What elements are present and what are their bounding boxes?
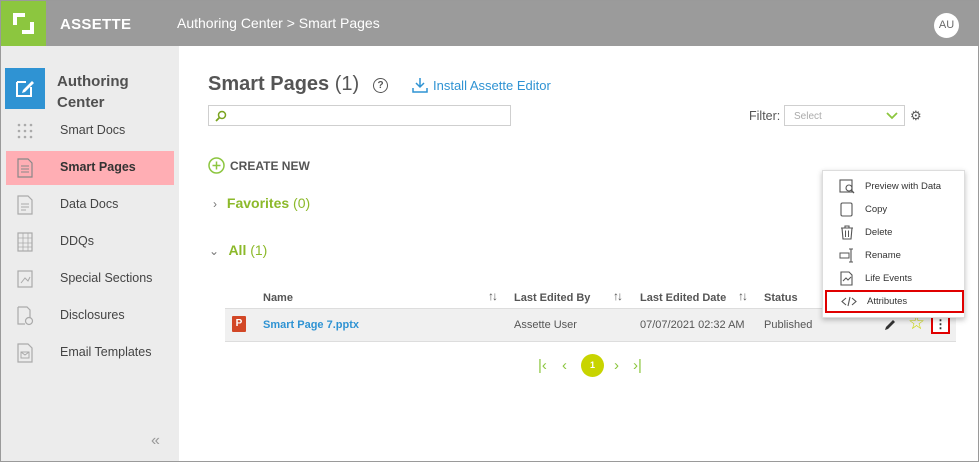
sidebar-item-ddqs[interactable]: DDQs bbox=[1, 225, 179, 259]
sidebar-title: Authoring Center bbox=[57, 73, 129, 111]
sidebar-item-email-templates[interactable]: Email Templates bbox=[1, 336, 179, 370]
trash-icon bbox=[841, 225, 853, 240]
page-icon bbox=[17, 158, 33, 178]
last-page-icon[interactable]: ›| bbox=[633, 358, 642, 373]
grid-dots-icon bbox=[17, 123, 33, 139]
sidebar-header: Authoring Center bbox=[1, 66, 179, 116]
status-cell: Published bbox=[764, 319, 813, 331]
gear-icon[interactable]: ⚙ bbox=[910, 109, 922, 122]
search-icon bbox=[215, 110, 227, 122]
search-input[interactable] bbox=[208, 105, 511, 126]
page-title: Smart Pages (1) bbox=[208, 73, 360, 95]
user-avatar[interactable]: AU bbox=[934, 13, 959, 38]
data-doc-icon bbox=[17, 195, 33, 215]
prev-page-icon[interactable]: ‹ bbox=[562, 358, 567, 373]
sidebar-item-label: Disclosures bbox=[60, 308, 125, 322]
breadcrumb: Authoring Center > Smart Pages bbox=[177, 15, 380, 31]
menu-item-life-events[interactable]: Life Events bbox=[823, 267, 966, 290]
sidebar-item-smart-pages[interactable]: Smart Pages bbox=[1, 151, 179, 185]
collapse-sidebar-button[interactable]: « bbox=[151, 432, 160, 450]
sidebar-item-label: Smart Pages bbox=[60, 160, 136, 174]
sidebar-item-data-docs[interactable]: Data Docs bbox=[1, 188, 179, 222]
copy-icon bbox=[840, 202, 853, 217]
sort-last-edited-by-icon[interactable]: ↑↓ bbox=[613, 289, 623, 303]
column-header-name[interactable]: Name bbox=[263, 292, 293, 304]
context-menu: Preview with Data Copy Delete Rename Lif… bbox=[822, 170, 965, 318]
ddq-icon bbox=[17, 232, 33, 252]
sidebar-item-label: Data Docs bbox=[60, 197, 119, 211]
brand-name: ASSETTE bbox=[60, 16, 132, 33]
menu-item-rename[interactable]: Rename bbox=[823, 244, 966, 267]
powerpoint-file-icon: P bbox=[232, 316, 246, 332]
next-page-icon[interactable]: › bbox=[614, 358, 619, 373]
favorites-section-toggle[interactable]: › Favorites (0) bbox=[213, 195, 310, 211]
all-section-toggle[interactable]: ⌄ All (1) bbox=[209, 242, 267, 258]
disclosure-icon bbox=[17, 306, 34, 326]
help-icon[interactable]: ? bbox=[373, 78, 388, 93]
code-icon bbox=[841, 296, 857, 307]
preview-icon bbox=[839, 179, 855, 194]
first-page-icon[interactable]: |‹ bbox=[538, 358, 547, 373]
authoring-center-icon bbox=[5, 68, 45, 109]
file-name-link[interactable]: Smart Page 7.pptx bbox=[263, 319, 359, 331]
last-edited-date-cell: 07/07/2021 02:32 AM bbox=[640, 319, 745, 331]
column-header-last-edited-by[interactable]: Last Edited By bbox=[514, 292, 590, 304]
chevron-right-icon: › bbox=[213, 197, 217, 211]
column-header-last-edited-date[interactable]: Last Edited Date bbox=[640, 292, 726, 304]
life-events-icon bbox=[840, 271, 853, 286]
menu-item-copy[interactable]: Copy bbox=[823, 198, 966, 221]
top-bar: ASSETTE Authoring Center > Smart Pages A… bbox=[1, 1, 978, 46]
rename-icon bbox=[839, 248, 853, 263]
app-window: ASSETTE Authoring Center > Smart Pages A… bbox=[0, 0, 979, 462]
filter-label: Filter: bbox=[749, 109, 781, 123]
add-circle-icon bbox=[208, 157, 225, 174]
sidebar-item-disclosures[interactable]: Disclosures bbox=[1, 299, 179, 333]
column-header-status[interactable]: Status bbox=[764, 292, 798, 304]
sidebar-item-smart-docs[interactable]: Smart Docs bbox=[1, 114, 179, 148]
sidebar-item-label: Smart Docs bbox=[60, 123, 126, 137]
sort-last-edited-date-icon[interactable]: ↑↓ bbox=[738, 289, 748, 303]
sidebar: Authoring Center Smart Docs Smart Pages bbox=[1, 46, 179, 461]
edit-pencil-icon[interactable] bbox=[883, 318, 897, 332]
download-icon bbox=[412, 78, 428, 93]
current-page[interactable]: 1 bbox=[581, 354, 604, 377]
menu-item-delete[interactable]: Delete bbox=[823, 221, 966, 244]
sidebar-item-special-sections[interactable]: Special Sections bbox=[1, 262, 179, 296]
menu-item-preview-with-data[interactable]: Preview with Data bbox=[823, 175, 966, 198]
chevron-down-icon: ⌄ bbox=[209, 244, 220, 258]
sort-name-icon[interactable]: ↑↓ bbox=[488, 289, 498, 303]
logo-icon bbox=[13, 13, 34, 34]
page-title-count: (1) bbox=[334, 73, 360, 95]
sidebar-item-label: Email Templates bbox=[60, 345, 152, 359]
special-section-icon bbox=[17, 270, 33, 288]
last-edited-by-cell: Assette User bbox=[514, 319, 577, 331]
chevron-down-icon bbox=[886, 112, 898, 120]
menu-item-attributes[interactable]: Attributes bbox=[825, 290, 964, 313]
sidebar-item-label: DDQs bbox=[60, 234, 95, 248]
sidebar-item-label: Special Sections bbox=[60, 271, 153, 285]
filter-dropdown[interactable]: Select bbox=[784, 105, 905, 126]
assette-logo[interactable] bbox=[1, 1, 46, 46]
email-template-icon bbox=[17, 343, 33, 363]
